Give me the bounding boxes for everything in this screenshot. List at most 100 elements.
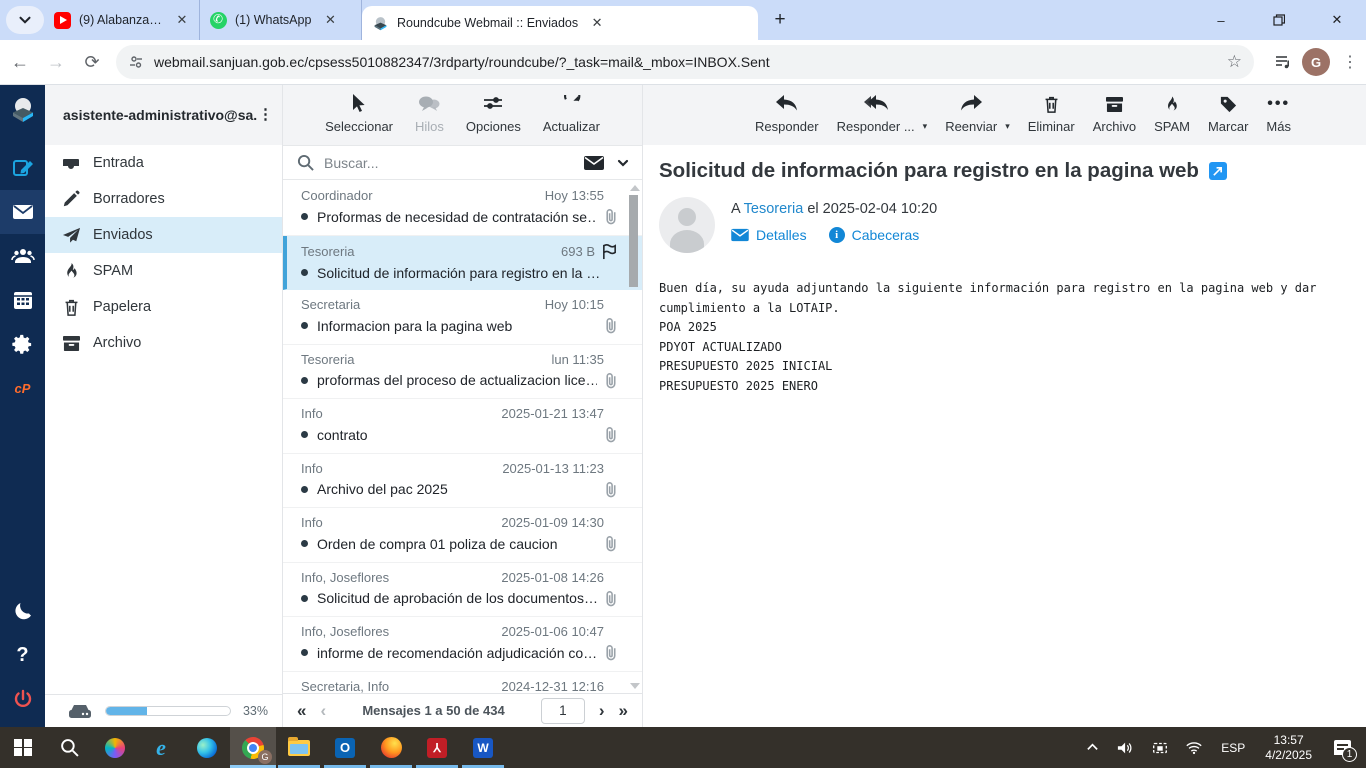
last-page-button[interactable]: »	[619, 701, 628, 721]
message-row[interactable]: Info, Joseflores2025-01-06 10:47 informe…	[283, 617, 642, 672]
archive-button[interactable]: Archivo	[1093, 93, 1136, 134]
tab-close-icon[interactable]: ✕	[321, 11, 339, 29]
spam-button[interactable]: SPAM	[1154, 93, 1190, 134]
internet-explorer-button[interactable]: e	[138, 727, 184, 768]
message-row[interactable]: Info2025-01-09 14:30 Orden de compra 01 …	[283, 508, 642, 563]
logout-button[interactable]	[0, 677, 45, 721]
quota-percent: 33%	[243, 704, 268, 718]
scroll-thumb[interactable]	[629, 195, 638, 287]
search-input[interactable]	[324, 155, 584, 171]
minimize-button[interactable]: –	[1192, 0, 1250, 40]
next-page-button[interactable]: ›	[599, 701, 605, 721]
dark-mode-button[interactable]	[0, 589, 45, 633]
refresh-button[interactable]: Actualizar	[543, 93, 600, 134]
bookmark-star-icon[interactable]: ☆	[1227, 52, 1242, 72]
notification-center-button[interactable]: 1	[1324, 727, 1360, 768]
profile-avatar[interactable]: G	[1302, 48, 1330, 76]
tab-close-icon[interactable]: ✕	[588, 14, 606, 32]
settings-nav-button[interactable]	[0, 322, 45, 366]
first-page-button[interactable]: «	[297, 701, 306, 721]
compose-button[interactable]	[0, 146, 45, 190]
reply-button[interactable]: Responder	[755, 93, 819, 134]
unread-dot	[301, 540, 308, 547]
forward-button[interactable]: Reenviar	[945, 93, 997, 134]
scroll-up-arrow[interactable]	[630, 185, 640, 191]
list-scrollbar[interactable]	[628, 183, 641, 691]
search-options-chevron[interactable]	[616, 156, 630, 170]
taskbar-search-button[interactable]	[46, 727, 92, 768]
message-row[interactable]: Tesorerialun 11:35 proformas del proceso…	[283, 345, 642, 400]
start-button[interactable]	[0, 727, 46, 768]
mark-button[interactable]: Marcar	[1208, 93, 1248, 134]
firefox-button[interactable]	[368, 727, 414, 768]
more-button[interactable]: ••• Más	[1266, 93, 1291, 134]
tray-chevron-up[interactable]	[1077, 727, 1107, 768]
new-tab-button[interactable]: +	[766, 6, 794, 34]
sidebar-item-spam[interactable]: SPAM	[45, 253, 282, 289]
sidebar-item-enviados[interactable]: Enviados	[45, 217, 282, 253]
message-row[interactable]: Info2025-01-21 13:47 contrato	[283, 399, 642, 454]
message-row[interactable]: CoordinadorHoy 13:55 Proformas de necesi…	[283, 181, 642, 236]
media-controls-icon[interactable]	[1274, 53, 1292, 71]
chevron-down-icon	[16, 11, 34, 29]
copilot-button[interactable]	[92, 727, 138, 768]
scroll-down-arrow[interactable]	[630, 683, 640, 689]
back-button[interactable]: ←	[4, 46, 36, 78]
cpanel-nav-button[interactable]: cP	[0, 366, 45, 410]
prev-page-button[interactable]: ‹	[320, 701, 326, 721]
url-text[interactable]: webmail.sanjuan.gob.ec/cpsess5010882347/…	[154, 54, 1219, 70]
page-number-input[interactable]: 1	[541, 698, 585, 724]
word-button[interactable]: W	[460, 727, 506, 768]
tab-list-button[interactable]	[6, 6, 44, 34]
calendar-nav-button[interactable]	[0, 278, 45, 322]
headers-toggle[interactable]: i Cabeceras	[829, 227, 920, 243]
sidebar-item-entrada[interactable]: Entrada	[45, 145, 282, 181]
select-button[interactable]: Seleccionar	[325, 93, 393, 134]
message-row[interactable]: Secretaria, Info2024-12-31 12:16	[283, 672, 642, 694]
message-row[interactable]: Info2025-01-13 11:23 Archivo del pac 202…	[283, 454, 642, 509]
language-indicator[interactable]: ESP	[1213, 741, 1253, 755]
volume-icon[interactable]	[1111, 727, 1141, 768]
details-toggle[interactable]: Detalles	[731, 227, 807, 243]
cast-screen-icon[interactable]	[1145, 727, 1175, 768]
reload-button[interactable]: ⟳	[76, 46, 108, 78]
tab-close-icon[interactable]: ✕	[173, 11, 191, 29]
message-row[interactable]: SecretariaHoy 10:15 Informacion para la …	[283, 290, 642, 345]
file-explorer-button[interactable]	[276, 727, 322, 768]
message-row[interactable]: Info, Joseflores2025-01-08 14:26 Solicit…	[283, 563, 642, 618]
message-view-panel: Responder Responder ... ▾ Reenviar ▾ Eli…	[643, 85, 1366, 727]
forward-dropdown[interactable]: ▾	[1005, 121, 1010, 132]
tab-youtube[interactable]: (9) Alabanzas Cristianas 2025 🙏 ✕	[44, 0, 200, 40]
folder-options-button[interactable]: ⋮	[258, 113, 272, 117]
threads-button[interactable]: Hilos	[415, 93, 444, 134]
mail-nav-button[interactable]	[0, 190, 45, 234]
delete-button[interactable]: Eliminar	[1028, 93, 1075, 134]
contacts-nav-button[interactable]	[0, 234, 45, 278]
search-scope-mail-icon[interactable]	[584, 155, 604, 171]
sidebar-item-papelera[interactable]: Papelera	[45, 289, 282, 325]
acrobat-button[interactable]: ⅄	[414, 727, 460, 768]
recipient-link[interactable]: Tesoreria	[744, 201, 804, 217]
sidebar-item-archivo[interactable]: Archivo	[45, 325, 282, 361]
wifi-icon[interactable]	[1179, 727, 1209, 768]
forward-button[interactable]: →	[40, 46, 72, 78]
message-row-selected[interactable]: Tesoreria693 B Solicitud de información …	[283, 236, 642, 291]
close-window-button[interactable]: ✕	[1308, 0, 1366, 40]
tab-roundcube-active[interactable]: Roundcube Webmail :: Enviados ✕	[362, 6, 758, 40]
reply-all-dropdown[interactable]: ▾	[923, 121, 928, 132]
help-button[interactable]: ?	[0, 633, 45, 677]
edge-button[interactable]	[184, 727, 230, 768]
sidebar-item-borradores[interactable]: Borradores	[45, 181, 282, 217]
restore-button[interactable]	[1250, 0, 1308, 40]
site-settings-icon[interactable]	[128, 54, 144, 70]
clock[interactable]: 13:57 4/2/2025	[1257, 733, 1320, 763]
reply-all-button[interactable]: Responder ...	[837, 93, 915, 134]
options-button[interactable]: Opciones	[466, 93, 521, 134]
chrome-button[interactable]: G	[230, 727, 276, 768]
forward-label: Reenviar	[945, 119, 997, 134]
external-link-icon[interactable]	[1209, 162, 1227, 180]
browser-menu-button[interactable]: ⋮	[1342, 60, 1358, 65]
address-bar[interactable]: webmail.sanjuan.gob.ec/cpsess5010882347/…	[116, 45, 1254, 79]
tab-whatsapp[interactable]: (1) WhatsApp ✕	[200, 0, 362, 40]
outlook-button[interactable]: O	[322, 727, 368, 768]
